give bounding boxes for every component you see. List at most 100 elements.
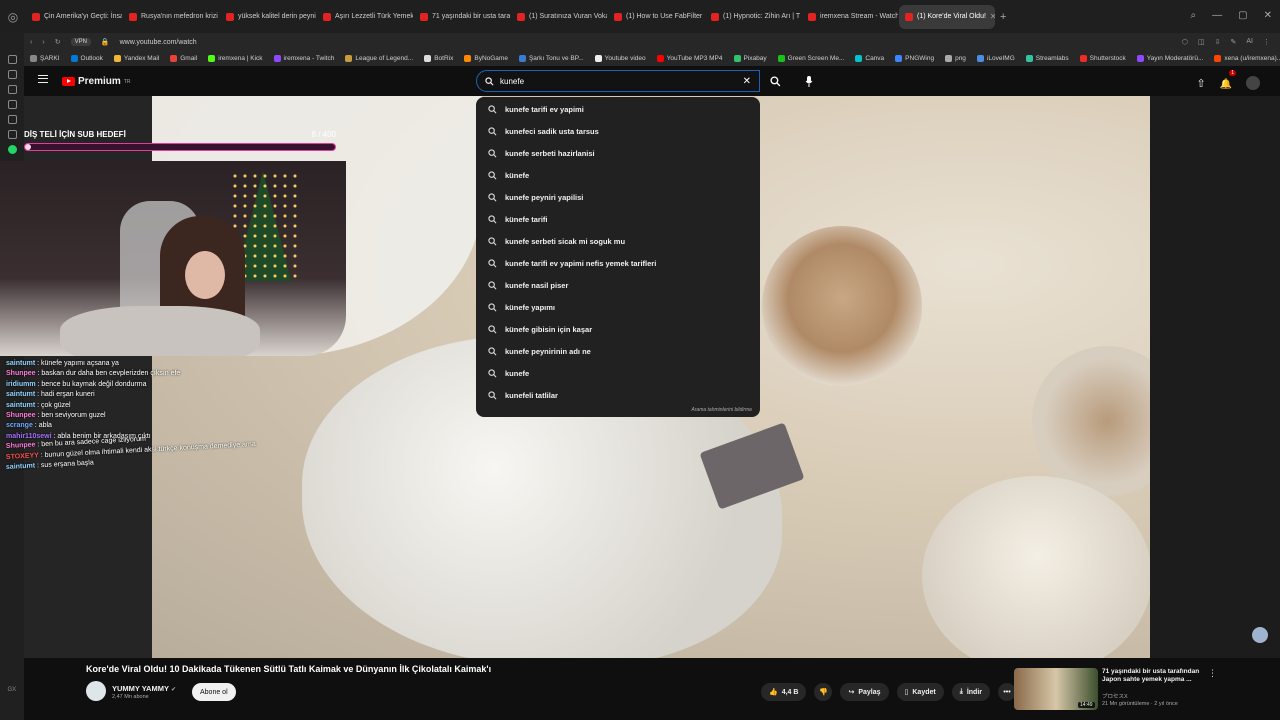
ai-button[interactable]: AI — [1246, 38, 1253, 46]
clear-search-icon[interactable]: ✕ — [743, 76, 751, 87]
bookmark-item[interactable]: Yandex Mail — [113, 55, 160, 62]
bookmark-item[interactable]: Canva — [855, 55, 884, 62]
snapshot-icon[interactable]: ◫ — [1198, 38, 1205, 46]
browser-logo-icon[interactable]: ◎ — [0, 4, 26, 30]
suggestion-item[interactable]: kunefe nasil piser — [476, 274, 760, 296]
bookmark-item[interactable]: PNGWing — [895, 55, 934, 62]
maximize-icon[interactable]: ▢ — [1238, 10, 1247, 21]
suggestion-item[interactable]: kunefe serbeti hazirlanisi — [476, 142, 760, 164]
suggestion-item[interactable]: kunefe serbeti sicak mi soguk mu — [476, 230, 760, 252]
recommended-channel[interactable]: プロセスX — [1102, 692, 1128, 700]
suggestion-item[interactable]: kunefe peynirinin adı ne — [476, 340, 760, 362]
search-box[interactable]: kunefe ✕ — [476, 70, 760, 92]
sidebar-icon-player[interactable] — [7, 85, 17, 94]
browser-tab[interactable]: Rusya'nın mefedron krizi — [123, 5, 219, 29]
sidebar-icon-downloads[interactable] — [7, 100, 17, 109]
forward-icon[interactable]: › — [42, 39, 44, 46]
search-tabs-icon[interactable]: ⌕ — [1191, 10, 1197, 21]
like-button[interactable]: 👍 4,4 B — [761, 683, 807, 701]
report-predictions-link[interactable]: Arama tahminlerini bildirme — [691, 407, 752, 413]
browser-tab[interactable]: yüksek kalitel derin peyni — [220, 5, 316, 29]
download-button[interactable]: ⤓ İndir — [951, 683, 990, 701]
suggestion-item[interactable]: kunefe peyniri yapilisi — [476, 186, 760, 208]
notifications-button[interactable]: 🔔 1 — [1220, 70, 1236, 92]
subscribe-button[interactable]: Abone ol — [192, 683, 236, 701]
voice-search-button[interactable] — [798, 70, 820, 92]
sidebar-icon-settings[interactable] — [7, 130, 17, 139]
channel-avatar[interactable] — [86, 681, 106, 701]
share-button[interactable]: ↪ Paylaş — [840, 683, 889, 701]
browser-tab[interactable]: iremxena Stream - Watch — [802, 5, 898, 29]
suggestion-item[interactable]: kunefe tarifi ev yapimi — [476, 98, 760, 120]
suggestion-item[interactable]: kunefe tarifi ev yapimi nefis yemek tari… — [476, 252, 760, 274]
recommended-video[interactable]: 14:49 71 yaşındaki bir usta tarafından J… — [1014, 668, 1217, 713]
bookmark-item[interactable]: Gmail — [170, 55, 197, 62]
suggestion-item[interactable]: künefe tarifi — [476, 208, 760, 230]
browser-tab[interactable]: (1) Hypnotic: Zihin Arı | T — [705, 5, 801, 29]
dislike-button[interactable]: 👎 — [814, 683, 833, 701]
bookmark-item[interactable]: League of Legend... — [345, 55, 413, 62]
download-icon[interactable]: ⇩ — [1215, 38, 1221, 46]
back-icon[interactable]: ‹ — [30, 39, 32, 46]
search-input[interactable]: kunefe — [500, 77, 737, 86]
new-tab-icon[interactable]: + — [1000, 11, 1006, 23]
bookmark-item[interactable]: Streamlabs — [1025, 55, 1069, 62]
sidebar-icon-messenger[interactable] — [7, 55, 17, 64]
suggestion-item[interactable]: kunefe — [476, 362, 760, 384]
suggestion-item[interactable]: kunefeci sadik usta tarsus — [476, 120, 760, 142]
bookmark-item[interactable]: iremxena | Kick — [208, 55, 263, 62]
suggestion-item[interactable]: künefe gibisin için kaşar — [476, 318, 760, 340]
bookmark-item[interactable]: Green Screen Me... — [777, 55, 844, 62]
suggestion-item[interactable]: künefe — [476, 164, 760, 186]
reload-icon[interactable]: ↻ — [55, 38, 61, 46]
floating-assistant-icon[interactable] — [1252, 627, 1268, 643]
close-tab-icon[interactable]: ✕ — [990, 12, 995, 21]
bookmark-label: png — [955, 55, 966, 62]
bookmark-item[interactable]: YouTube MP3 MP4 — [656, 55, 723, 62]
menu-icon[interactable]: ⋮ — [1263, 38, 1270, 46]
bookmark-item[interactable]: Youtube video — [594, 55, 646, 62]
sidebar-icon-history[interactable] — [7, 70, 17, 79]
bookmark-item[interactable]: png — [945, 55, 966, 62]
vpn-badge[interactable]: VPN — [70, 38, 91, 46]
bookmark-item[interactable]: Şarkı Tonu ve BP... — [518, 55, 584, 62]
bookmark-item[interactable]: Pixabay — [733, 55, 767, 62]
bookmark-item[interactable]: ŞARKI — [30, 55, 60, 62]
suggestion-item[interactable]: kunefeli tatlilar — [476, 384, 760, 406]
sub-goal-widget: DİŞ TELİ İÇİN SUB HEDEFİ 8 / 400 — [24, 130, 336, 151]
youtube-logo[interactable]: Premium TR — [62, 76, 130, 87]
suggestion-item[interactable]: künefe yapımı — [476, 296, 760, 318]
pin-icon[interactable]: ✎ — [1231, 38, 1237, 46]
account-avatar[interactable] — [1246, 76, 1260, 90]
browser-tab[interactable]: (1) How to Use FabFilter P — [608, 5, 704, 29]
minimize-icon[interactable]: — — [1212, 10, 1222, 21]
bookmark-item[interactable]: iremxena - Twitch — [273, 55, 334, 62]
bookmark-label: ŞARKI — [40, 55, 60, 62]
download-label: İndir — [966, 688, 982, 696]
sidebar-icon-notes[interactable] — [7, 115, 17, 124]
bookmark-item[interactable]: Yayın Moderatörü... — [1136, 55, 1203, 62]
bookmark-item[interactable]: BotRix — [424, 55, 453, 62]
save-button[interactable]: ▯ Kaydet — [896, 683, 944, 701]
extensions-icon[interactable]: ⬡ — [1182, 38, 1188, 46]
url-field[interactable]: www.youtube.com/watch — [120, 39, 197, 46]
bookmark-item[interactable]: ByNoGame — [464, 55, 508, 62]
whatsapp-icon[interactable] — [7, 145, 17, 154]
browser-tab[interactable]: Aşırı Lezzetli Türk Yemek — [317, 5, 413, 29]
bookmark-item[interactable]: iLoveIMG — [976, 55, 1015, 62]
browser-tab[interactable]: (1) Kore'de Viral Oldu! ✕ — [899, 4, 995, 29]
browser-tab[interactable]: (1) Suratınıza Vuran Vokal — [511, 5, 607, 29]
recommended-menu-icon[interactable]: ⋮ — [1208, 668, 1217, 679]
close-window-icon[interactable]: ✕ — [1264, 10, 1272, 21]
browser-tab[interactable]: 71 yaşındaki bir usta taraf — [414, 5, 510, 29]
channel-name[interactable]: YUMMY YAMMY ✔ — [112, 684, 176, 693]
browser-tab[interactable]: Çin Amerika'yı Geçti: İnsan — [26, 5, 122, 29]
bookmark-label: Yandex Mail — [123, 55, 160, 62]
recommended-title[interactable]: 71 yaşındaki bir usta tarafından Japon s… — [1102, 668, 1202, 684]
bookmark-item[interactable]: Shutterstock — [1079, 55, 1126, 62]
bookmark-item[interactable]: xena (u/iremxena)... — [1214, 55, 1280, 62]
bookmark-item[interactable]: Outlook — [70, 55, 103, 62]
upload-icon[interactable]: ⇧ — [1196, 77, 1205, 90]
hamburger-menu-icon[interactable] — [38, 75, 48, 83]
search-button[interactable] — [762, 70, 788, 92]
